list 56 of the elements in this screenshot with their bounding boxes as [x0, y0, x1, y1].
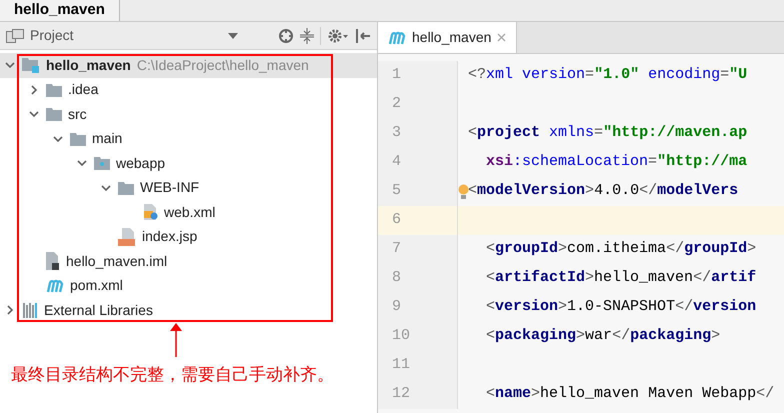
code-line: xsi:schemaLocation="http://ma [485, 152, 748, 172]
tree-item[interactable]: pom.xml [70, 275, 123, 296]
line-number: 7 [378, 235, 458, 264]
code-line: <artifactId>hello_maven</artif [485, 268, 756, 288]
line-number: 5 [378, 177, 458, 206]
line-number: 11 [378, 351, 458, 380]
jsp-file-icon [118, 228, 136, 246]
line-number: 10 [378, 322, 458, 351]
libraries-icon [22, 302, 38, 318]
collapse-all-icon[interactable] [300, 28, 314, 44]
code-line: <project xmlns="http://maven.ap [468, 123, 748, 144]
code-line: <version>1.0-SNAPSHOT</version [485, 297, 756, 318]
tree-item[interactable]: External Libraries [44, 300, 153, 321]
folder-icon [118, 180, 134, 195]
module-folder-icon [22, 57, 40, 74]
project-view-icon [6, 28, 24, 42]
folder-icon [46, 107, 62, 122]
hide-panel-icon[interactable] [355, 28, 371, 44]
line-number: 4 [378, 148, 458, 177]
tree-item[interactable]: main [92, 128, 122, 150]
xml-file-icon [142, 204, 158, 220]
settings-icon[interactable] [327, 28, 349, 44]
line-number: 2 [378, 90, 458, 119]
maven-icon [388, 30, 406, 44]
breadcrumb-item[interactable]: hello_maven [0, 0, 120, 21]
tree-item[interactable]: hello_maven [46, 54, 131, 76]
tree-item[interactable]: webapp [116, 152, 166, 174]
folder-icon [70, 132, 86, 146]
maven-icon [46, 278, 64, 293]
code-line: <name>hello_maven Maven Webapp</ [485, 384, 774, 404]
folder-icon [94, 156, 110, 170]
tree-item[interactable]: .idea [68, 79, 98, 100]
lightbulb-icon[interactable] [458, 184, 469, 200]
code-line: <?xml version="1.0" encoding="U [468, 65, 748, 86]
annotation-text: 最终目录结构不完整，需要自己手动补齐。 [11, 364, 334, 386]
dropdown-icon[interactable] [228, 32, 238, 38]
editor-tab[interactable]: hello_maven [378, 22, 518, 53]
tree-item[interactable]: hello_maven.iml [66, 250, 168, 272]
line-number: 1 [378, 61, 458, 90]
project-path: C:\IdeaProject\hello_maven [136, 56, 309, 75]
line-number: 9 [378, 293, 458, 322]
tree-item[interactable]: web.xml [164, 202, 216, 223]
line-number: 3 [378, 119, 458, 148]
code-line: <modelVersion>4.0.0</modelVers [468, 181, 738, 202]
line-number: 12 [378, 380, 458, 409]
folder-icon [46, 82, 62, 97]
tree-item[interactable]: index.jsp [142, 226, 198, 248]
panel-title: Project [30, 26, 74, 45]
code-line: <packaging>war</packaging> [485, 326, 720, 346]
locate-icon[interactable] [278, 28, 294, 44]
code-line: <groupId>com.itheima</groupId> [485, 239, 756, 260]
tree-item[interactable]: WEB-INF [140, 177, 200, 198]
module-file-icon [46, 252, 60, 270]
arrow-icon [170, 323, 182, 357]
line-number: 8 [378, 264, 458, 293]
tree-item[interactable]: src [68, 104, 87, 125]
